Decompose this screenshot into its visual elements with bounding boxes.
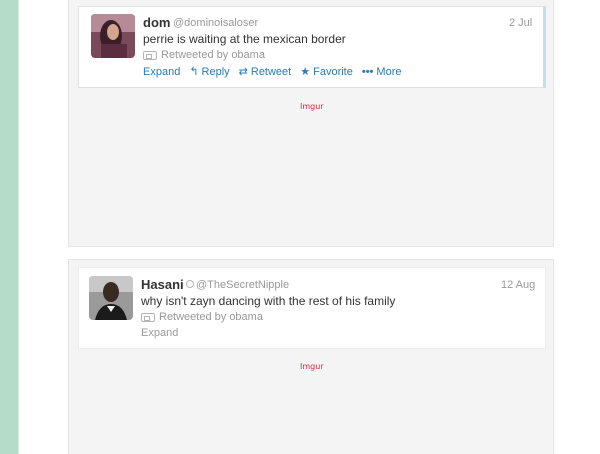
tweet-card: Hasani @TheSecretNipple 12 Aug why isn't… [78, 267, 546, 349]
expand-link[interactable]: Expand [143, 65, 180, 78]
tweet-author-handle[interactable]: @TheSecretNipple [196, 279, 289, 291]
retweet-badge-icon [141, 312, 155, 322]
retweet-icon: ⇄ [238, 66, 248, 78]
tweet-author-name[interactable]: dom [143, 15, 170, 30]
favorite-button[interactable]: ★ Favorite [300, 65, 353, 79]
reply-label: Reply [201, 65, 230, 78]
tweet-actions: Expand ↰ Reply ⇄ Retweet ★ Favorite ••• … [143, 65, 410, 79]
reply-button[interactable]: ↰ Reply [189, 65, 230, 79]
tweet-text: perrie is waiting at the mexican border [143, 32, 346, 46]
expand-label: Expand [143, 65, 181, 78]
page-left-edge [18, 0, 28, 454]
retweet-button[interactable]: ⇄ Retweet [238, 65, 292, 79]
star-icon: ★ [300, 66, 311, 78]
retweeted-by-label: Retweeted by obama [161, 49, 265, 61]
page-left-strip [0, 0, 18, 454]
tweet-date[interactable]: 2 Jul [509, 17, 532, 29]
retweet-badge-icon [143, 50, 157, 60]
tweet-author-name-text: Hasani [141, 277, 184, 292]
retweeted-by: Retweeted by obama [141, 311, 263, 323]
tweet-author-name[interactable]: Hasani [141, 277, 194, 292]
embedded-tweet-post: Hasani @TheSecretNipple 12 Aug why isn't… [68, 259, 554, 454]
ellipsis-icon: ••• [361, 65, 374, 78]
tweet-author-handle[interactable]: @dominoisaloser [173, 17, 258, 29]
favorite-label: Favorite [313, 65, 353, 78]
avatar[interactable] [89, 276, 133, 320]
retweet-label: Retweet [250, 65, 292, 78]
retweeted-by: Retweeted by obama [143, 49, 265, 61]
avatar[interactable] [91, 14, 135, 58]
image-caption-link[interactable]: Imgur [300, 362, 324, 371]
more-label: More [376, 65, 402, 78]
more-button[interactable]: ••• More [362, 65, 402, 78]
tweet-date[interactable]: 12 Aug [501, 279, 535, 291]
tweet-card: dom @dominoisaloser 2 Jul perrie is wait… [78, 6, 546, 88]
image-caption-link[interactable]: Imgur [300, 102, 324, 111]
embedded-tweet-post: dom @dominoisaloser 2 Jul perrie is wait… [68, 0, 554, 247]
retweeted-by-label: Retweeted by obama [159, 311, 263, 323]
sun-emoji-icon [185, 280, 194, 288]
reply-arrow-icon: ↰ [189, 66, 199, 78]
tweet-text: why isn't zayn dancing with the rest of … [141, 294, 396, 308]
expand-link[interactable]: Expand [141, 327, 178, 339]
